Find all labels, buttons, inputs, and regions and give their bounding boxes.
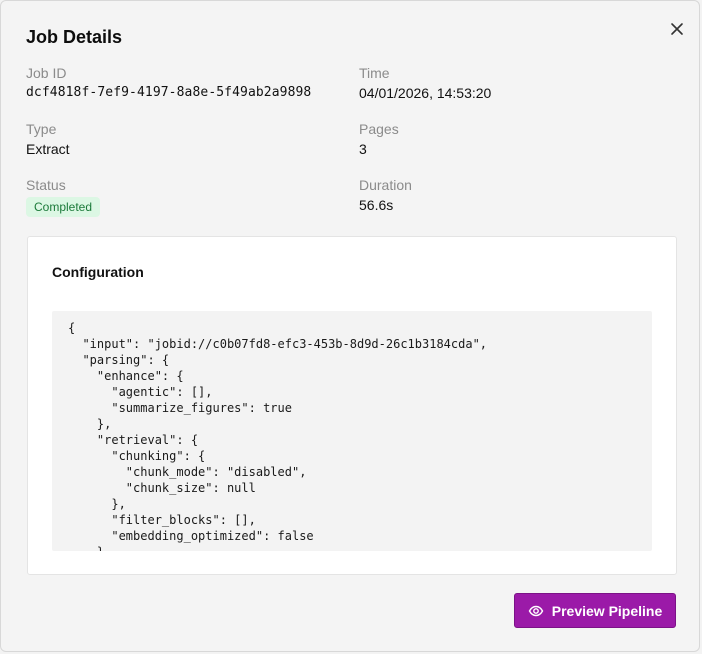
preview-pipeline-button[interactable]: Preview Pipeline — [514, 593, 676, 628]
status-label: Status — [26, 177, 66, 193]
job-details-dialog: Job Details Job ID dcf4818f-7ef9-4197-8a… — [0, 0, 700, 652]
job-id-field: Job ID dcf4818f-7ef9-4197-8a8e-5f49ab2a9… — [26, 65, 311, 101]
job-id-label: Job ID — [26, 65, 67, 81]
preview-pipeline-label: Preview Pipeline — [551, 602, 663, 619]
pages-field: Pages 3 — [359, 121, 399, 157]
eye-icon — [528, 605, 544, 616]
configuration-code-block[interactable]: { "input": "jobid://c0b07fd8-efc3-453b-8… — [52, 311, 652, 551]
time-label: Time — [359, 65, 390, 81]
duration-value: 56.6s — [359, 197, 394, 213]
pages-value: 3 — [359, 141, 367, 157]
close-button[interactable] — [667, 19, 687, 39]
time-value: 04/01/2026, 14:53:20 — [359, 85, 492, 101]
duration-label: Duration — [359, 177, 412, 193]
configuration-code: { "input": "jobid://c0b07fd8-efc3-453b-8… — [68, 321, 488, 551]
configuration-card: Configuration { "input": "jobid://c0b07f… — [27, 236, 677, 575]
time-field: Time 04/01/2026, 14:53:20 — [359, 65, 491, 101]
duration-field: Duration 56.6s — [359, 177, 412, 213]
dialog-title: Job Details — [26, 27, 123, 47]
close-icon — [671, 23, 683, 35]
type-field: Type Extract — [26, 121, 70, 157]
status-field: Status Completed — [26, 177, 101, 217]
job-id-value: dcf4818f-7ef9-4197-8a8e-5f49ab2a9898 — [26, 85, 312, 100]
type-value: Extract — [26, 141, 70, 157]
configuration-title: Configuration — [52, 264, 144, 280]
status-badge: Completed — [26, 197, 101, 217]
pages-label: Pages — [359, 121, 399, 137]
type-label: Type — [26, 121, 57, 137]
